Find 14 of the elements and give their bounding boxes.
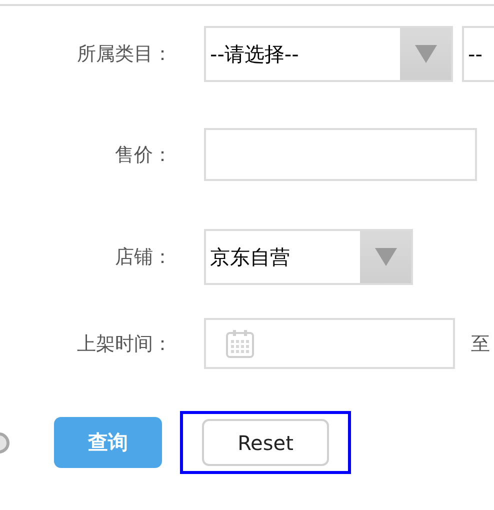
calendar-icon <box>226 330 254 358</box>
reset-button[interactable]: Reset <box>202 419 329 466</box>
field-label: 售价： <box>114 142 172 168</box>
range-separator: 至 <box>471 332 490 356</box>
dropdown-arrow-icon <box>374 248 396 266</box>
dropdown-select[interactable]: 京东自营 <box>204 229 413 285</box>
dropdown-select[interactable]: --请选择-- <box>204 26 453 82</box>
field-label: 店铺： <box>114 245 172 270</box>
dropdown-select[interactable]: -- <box>462 26 494 82</box>
date-field[interactable] <box>204 318 455 369</box>
field-label: 上架时间： <box>76 332 172 356</box>
input-field[interactable] <box>204 128 477 181</box>
field-label: 所属类目： <box>76 42 172 67</box>
dropdown-arrow-icon <box>414 45 436 63</box>
